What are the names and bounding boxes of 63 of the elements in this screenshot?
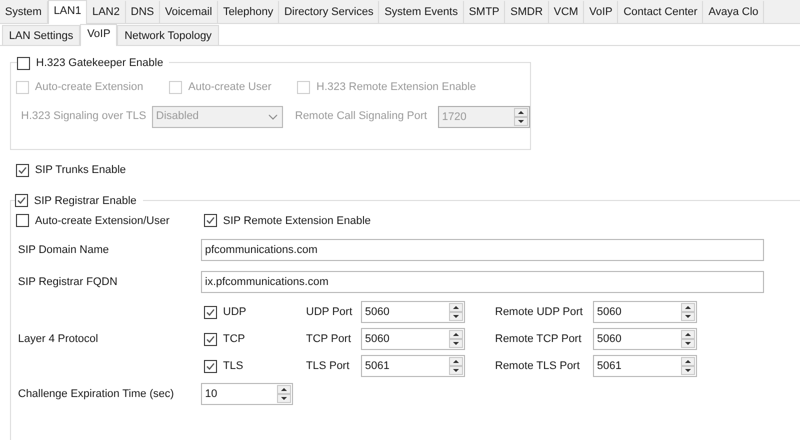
checkbox[interactable]: [204, 360, 217, 372]
field-label: TCP Port: [306, 332, 352, 347]
field-label: Challenge Expiration Time (sec): [18, 386, 175, 402]
checkbox-label: Auto-create Extension: [35, 80, 144, 95]
spinner-arrows-icon[interactable]: [681, 357, 695, 375]
number-field[interactable]: 5060: [593, 301, 697, 323]
checkbox-label: UDP: [223, 304, 246, 320]
text-field[interactable]: ix.pfcommunications.com: [201, 271, 764, 293]
spinner-arrows-icon[interactable]: [449, 303, 463, 321]
checkbox-label: H.323 Remote Extension Enable: [316, 80, 476, 95]
tab[interactable]: LAN Settings: [2, 25, 80, 45]
checkbox[interactable]: [204, 332, 217, 346]
tab[interactable]: VCM: [548, 1, 584, 23]
field-label: Remote UDP Port: [495, 304, 584, 320]
checkbox-label: H.323 Gatekeeper Enable: [36, 56, 164, 71]
tab[interactable]: LAN2: [87, 1, 126, 23]
field-label: Remote Call Signaling Port: [295, 109, 428, 124]
checkbox-label: Auto-create Extension/User: [35, 214, 170, 228]
checkbox-label: Auto-create User: [188, 80, 272, 95]
tab[interactable]: SMDR: [505, 1, 549, 23]
tab[interactable]: VoIP: [80, 24, 118, 46]
tab[interactable]: System Events: [379, 1, 464, 23]
tab[interactable]: Directory Services: [279, 1, 380, 23]
field-label: SIP Registrar FQDN: [18, 274, 118, 290]
chevron-down-icon: [268, 114, 278, 120]
checkbox[interactable]: [16, 164, 29, 177]
number-field[interactable]: 5060: [361, 328, 465, 350]
field-label: Remote TCP Port: [495, 332, 582, 347]
field-label: TLS Port: [306, 358, 350, 374]
tab[interactable]: LAN1: [48, 0, 88, 24]
spinner-arrows-icon[interactable]: [277, 385, 291, 403]
number-field[interactable]: 5061: [361, 355, 465, 377]
checkbox-label: TLS: [223, 358, 244, 374]
tab[interactable]: SMTP: [464, 1, 506, 23]
field-label: Remote TLS Port: [495, 358, 581, 374]
tab[interactable]: Voicemail: [160, 1, 218, 23]
spinner-arrows-icon[interactable]: [449, 357, 463, 375]
checkbox-label: SIP Registrar Enable: [34, 194, 137, 208]
checkbox[interactable]: [204, 306, 217, 318]
checkbox-label: TCP: [223, 332, 245, 347]
field-label: SIP Domain Name: [18, 242, 110, 258]
field-label: H.323 Signaling over TLS: [21, 109, 148, 124]
spinner-arrows-icon[interactable]: [449, 330, 463, 348]
field-label: UDP Port: [306, 304, 354, 320]
tab[interactable]: DNS: [126, 1, 160, 23]
checkbox-label: SIP Remote Extension Enable: [223, 214, 371, 228]
number-field[interactable]: 5060: [361, 301, 465, 323]
field-label: Layer 4 Protocol: [18, 332, 100, 347]
spinner-arrows-icon[interactable]: [681, 330, 695, 348]
number-field[interactable]: 5061: [593, 355, 697, 377]
tab[interactable]: Contact Center: [618, 1, 704, 23]
checkbox-label: SIP Trunks Enable: [35, 163, 126, 178]
tab[interactable]: VoIP: [584, 1, 618, 23]
tab[interactable]: Telephony: [218, 1, 280, 23]
number-field[interactable]: 5060: [593, 328, 697, 350]
checkbox[interactable]: [16, 214, 29, 228]
text-field[interactable]: pfcommunications.com: [201, 239, 764, 261]
number-field[interactable]: 10: [201, 383, 293, 405]
spinner-arrows-icon[interactable]: [681, 303, 695, 321]
tab[interactable]: Avaya Clo: [703, 1, 764, 23]
checkbox[interactable]: [15, 194, 28, 208]
tab[interactable]: Network Topology: [117, 25, 219, 45]
checkbox[interactable]: [204, 214, 217, 228]
